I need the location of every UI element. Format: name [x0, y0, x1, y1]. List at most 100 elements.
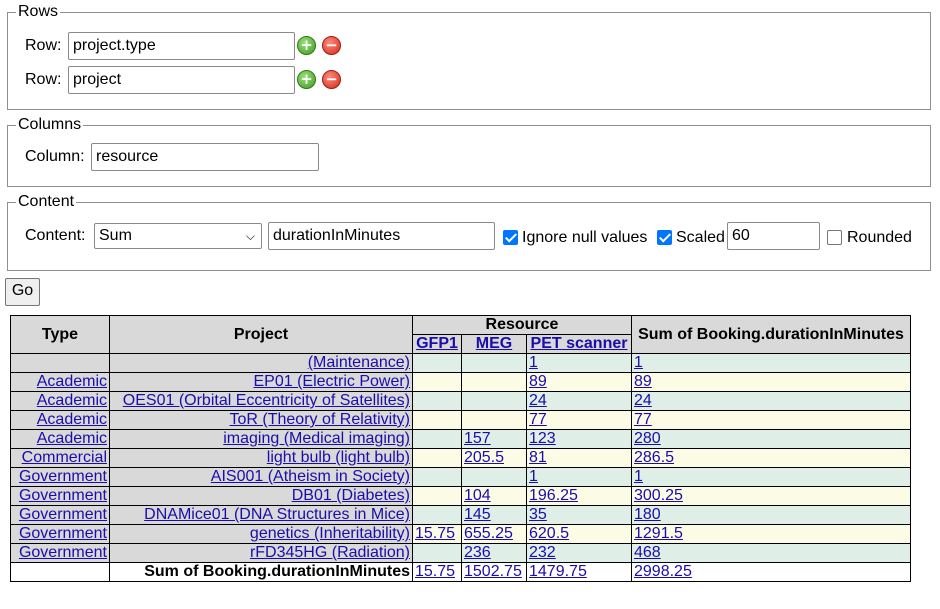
type-cell-link[interactable]: Government	[19, 544, 107, 561]
sum-cell[interactable]: 89	[631, 372, 911, 392]
project-cell[interactable]: light bulb (light bulb)	[109, 448, 413, 468]
resource-pet-header[interactable]: PET scanner	[526, 334, 632, 354]
project-cell[interactable]: OES01 (Orbital Eccentricity of Satellite…	[109, 391, 413, 411]
gfp1-cell[interactable]	[412, 505, 462, 525]
scale-input[interactable]	[727, 222, 820, 250]
total-pet-cell[interactable]: 1479.75	[526, 562, 632, 582]
sum-cell-link[interactable]: 286.5	[634, 449, 674, 466]
meg-cell[interactable]: 157	[461, 429, 527, 449]
project-cell-link[interactable]: light bulb (light bulb)	[267, 449, 410, 466]
type-cell-link[interactable]: Academic	[37, 411, 107, 428]
type-cell-link[interactable]: Government	[19, 468, 107, 485]
sum-cell-link[interactable]: 24	[634, 392, 652, 409]
project-cell-link[interactable]: DNAMice01 (DNA Structures in Mice)	[144, 506, 410, 523]
pet-cell[interactable]: 81	[526, 448, 632, 468]
sum-cell-link[interactable]: 1291.5	[634, 525, 683, 542]
meg-cell-link[interactable]: 655.25	[464, 525, 513, 542]
gfp1-cell[interactable]	[412, 353, 462, 373]
sum-cell[interactable]: 1291.5	[631, 524, 911, 544]
pet-cell[interactable]: 196.25	[526, 486, 632, 506]
total-gfp1-cell[interactable]: 15.75	[412, 562, 462, 582]
meg-cell-link[interactable]: 157	[464, 430, 491, 447]
project-cell[interactable]: imaging (Medical imaging)	[109, 429, 413, 449]
gfp1-cell[interactable]	[412, 372, 462, 392]
pet-cell-link[interactable]: 620.5	[529, 525, 569, 542]
content-field-input[interactable]	[268, 222, 495, 250]
gfp1-cell[interactable]	[412, 467, 462, 487]
meg-cell-link[interactable]: 104	[464, 487, 491, 504]
resource-pet-link[interactable]: PET scanner	[531, 335, 628, 352]
pet-cell-link[interactable]: 1	[529, 468, 538, 485]
sum-cell-link[interactable]: 1	[634, 354, 643, 371]
type-cell-link[interactable]: Academic	[37, 430, 107, 447]
pet-cell[interactable]: 232	[526, 543, 632, 563]
project-cell-link[interactable]: OES01 (Orbital Eccentricity of Satellite…	[123, 392, 410, 409]
type-cell[interactable]: Academic	[10, 429, 110, 449]
project-cell[interactable]: (Maintenance)	[109, 353, 413, 373]
gfp1-cell[interactable]: 15.75	[412, 524, 462, 544]
meg-cell[interactable]	[461, 467, 527, 487]
pet-cell[interactable]: 123	[526, 429, 632, 449]
sum-cell-link[interactable]: 1	[634, 468, 643, 485]
type-cell[interactable]	[10, 353, 110, 373]
project-cell-link[interactable]: DB01 (Diabetes)	[292, 487, 410, 504]
pet-cell-link[interactable]: 1	[529, 354, 538, 371]
type-cell-link[interactable]: Government	[19, 506, 107, 523]
sum-cell-link[interactable]: 89	[634, 373, 652, 390]
sum-cell[interactable]: 24	[631, 391, 911, 411]
total-pet-link[interactable]: 1479.75	[529, 563, 587, 580]
pet-cell-link[interactable]: 232	[529, 544, 556, 561]
type-cell[interactable]: Academic	[10, 372, 110, 392]
type-cell-link[interactable]: Academic	[37, 373, 107, 390]
pet-cell[interactable]: 77	[526, 410, 632, 430]
project-cell[interactable]: AIS001 (Atheism in Society)	[109, 467, 413, 487]
total-meg-link[interactable]: 1502.75	[464, 563, 522, 580]
project-cell[interactable]: rFD345HG (Radiation)	[109, 543, 413, 563]
row-1-input[interactable]	[68, 32, 295, 60]
pet-cell-link[interactable]: 81	[529, 449, 547, 466]
project-cell-link[interactable]: (Maintenance)	[308, 354, 410, 371]
total-gfp1-link[interactable]: 15.75	[415, 563, 455, 580]
project-cell[interactable]: DB01 (Diabetes)	[109, 486, 413, 506]
meg-cell[interactable]: 655.25	[461, 524, 527, 544]
row-1-remove-icon[interactable]: −	[322, 36, 341, 55]
project-cell[interactable]: genetics (Inheritability)	[109, 524, 413, 544]
type-cell-link[interactable]: Academic	[37, 392, 107, 409]
type-cell[interactable]: Academic	[10, 391, 110, 411]
meg-cell[interactable]	[461, 391, 527, 411]
type-cell[interactable]: Government	[10, 467, 110, 487]
project-cell-link[interactable]: imaging (Medical imaging)	[223, 430, 410, 447]
row-2-remove-icon[interactable]: −	[322, 70, 341, 89]
pet-cell[interactable]: 1	[526, 353, 632, 373]
sum-cell[interactable]: 286.5	[631, 448, 911, 468]
row-2-input[interactable]	[68, 66, 295, 94]
type-cell[interactable]: Government	[10, 543, 110, 563]
project-cell-link[interactable]: ToR (Theory of Relativity)	[230, 411, 411, 428]
meg-cell[interactable]: 145	[461, 505, 527, 525]
meg-cell[interactable]	[461, 372, 527, 392]
type-cell-link[interactable]: Commercial	[22, 449, 107, 466]
pet-cell[interactable]: 1	[526, 467, 632, 487]
sum-cell-link[interactable]: 180	[634, 506, 661, 523]
project-cell-link[interactable]: AIS001 (Atheism in Society)	[211, 468, 410, 485]
type-cell[interactable]: Government	[10, 524, 110, 544]
scaled-checkbox[interactable]	[657, 230, 672, 245]
sum-cell-link[interactable]: 77	[634, 411, 652, 428]
column-input[interactable]	[91, 143, 319, 171]
sum-cell[interactable]: 1	[631, 353, 911, 373]
total-sum-cell[interactable]: 2998.25	[631, 562, 911, 582]
row-1-add-icon[interactable]: +	[297, 36, 316, 55]
sum-cell[interactable]: 280	[631, 429, 911, 449]
project-cell-link[interactable]: rFD345HG (Radiation)	[250, 544, 410, 561]
pet-cell[interactable]: 24	[526, 391, 632, 411]
resource-meg-link[interactable]: MEG	[476, 335, 512, 352]
type-cell[interactable]: Government	[10, 486, 110, 506]
sum-cell-link[interactable]: 280	[634, 430, 661, 447]
type-cell[interactable]: Government	[10, 505, 110, 525]
project-cell[interactable]: DNAMice01 (DNA Structures in Mice)	[109, 505, 413, 525]
pet-cell-link[interactable]: 196.25	[529, 487, 578, 504]
type-cell-link[interactable]: Government	[19, 525, 107, 542]
rounded-checkbox[interactable]	[827, 230, 842, 245]
total-meg-cell[interactable]: 1502.75	[461, 562, 527, 582]
total-sum-link[interactable]: 2998.25	[634, 563, 692, 580]
